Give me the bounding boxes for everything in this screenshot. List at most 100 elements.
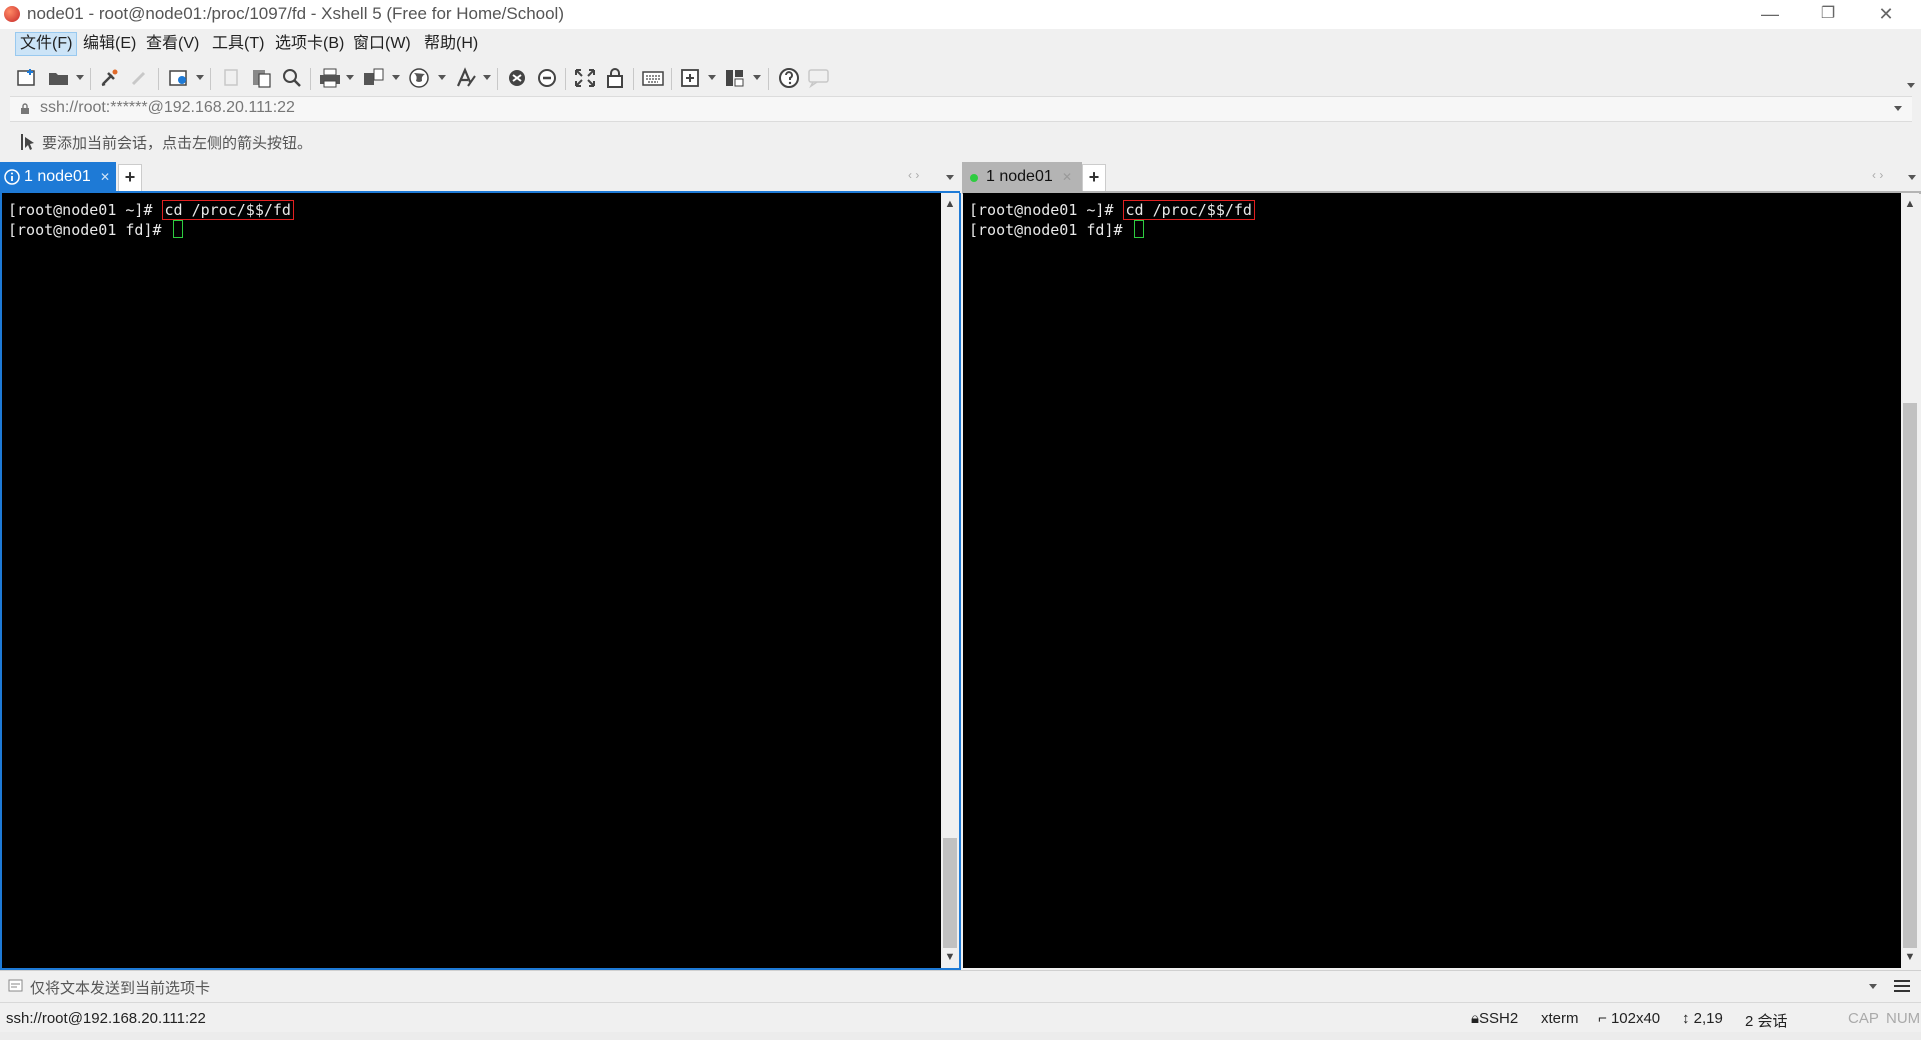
lock-icon <box>21 103 29 114</box>
print-icon[interactable] <box>318 67 342 89</box>
tab-scroll-arrows[interactable]: ‹ › <box>908 168 919 182</box>
connected-dot-icon <box>970 174 978 182</box>
open-folder-icon[interactable] <box>47 67 71 89</box>
disconnect-icon <box>131 71 146 86</box>
menu-tools[interactable]: 工具(T) <box>208 33 268 55</box>
highlighted-command: cd /proc/$$/fd <box>1122 200 1255 220</box>
new-session-icon[interactable] <box>15 67 39 89</box>
left-tab-strip: 1 node01 ✕ + ‹ › <box>0 160 960 193</box>
bottom-strip <box>0 1032 1921 1040</box>
address-bar[interactable]: ssh://root:******@192.168.20.111:22 <box>10 96 1912 122</box>
terminal-cursor <box>172 220 183 238</box>
terminal-line: [root@node01 ~]# cd /proc/$$/fd <box>8 200 294 220</box>
toolbar-separator <box>90 68 91 90</box>
globe-dropdown-caret[interactable] <box>438 75 446 80</box>
tab-close-icon[interactable]: ✕ <box>100 162 110 192</box>
scroll-down-icon[interactable]: ▼ <box>1901 948 1919 966</box>
hint-bar: 要添加当前会话，点击左侧的箭头按钮。 <box>0 124 1921 158</box>
scroll-up-icon[interactable]: ▲ <box>941 195 959 213</box>
tab-node01-left[interactable]: 1 node01 ✕ <box>0 162 116 192</box>
scroll-up-icon[interactable]: ▲ <box>1901 195 1919 213</box>
right-scrollbar[interactable]: ▲ ▼ <box>1901 193 1919 968</box>
right-terminal[interactable]: [root@node01 ~]# cd /proc/$$/fd [root@no… <box>963 193 1901 968</box>
window-title: node01 - root@node01:/proc/1097/fd - Xsh… <box>27 4 564 23</box>
lock-icon[interactable] <box>603 67 627 89</box>
terminal-cursor <box>1133 220 1144 238</box>
toolbar-separator <box>633 68 634 90</box>
transfer-icon[interactable] <box>362 67 386 89</box>
toolbar-separator <box>565 68 566 90</box>
status-protocol: 🔒︎SSH2 <box>1471 1010 1519 1027</box>
menu-edit[interactable]: 编辑(E) <box>79 33 140 55</box>
left-terminal[interactable]: [root@node01 ~]# cd /proc/$$/fd [root@no… <box>0 193 941 970</box>
open-dropdown-caret[interactable] <box>76 75 84 80</box>
restore-button[interactable]: ❐ <box>1799 0 1857 29</box>
left-scrollbar[interactable]: ▲ ▼ <box>941 193 961 970</box>
chat-icon <box>808 69 829 89</box>
toolbar-separator <box>671 68 672 90</box>
status-bar: ssh://root@192.168.20.111:22 🔒︎SSH2 xter… <box>0 1002 1921 1033</box>
tab-node01-right[interactable]: 1 node01 ✕ <box>962 162 1082 192</box>
new-tab-icon[interactable] <box>679 67 703 89</box>
menu-help[interactable]: 帮助(H) <box>420 33 482 55</box>
keyboard-icon[interactable] <box>641 67 665 89</box>
menu-window[interactable]: 窗口(W) <box>349 33 415 55</box>
properties-icon[interactable] <box>168 67 192 89</box>
font-dropdown-caret[interactable] <box>483 75 491 80</box>
terminal-line: [root@node01 ~]# cd /proc/$$/fd <box>969 200 1255 220</box>
compose-dropdown-caret[interactable] <box>1869 984 1877 989</box>
compose-bar[interactable]: 仅将文本发送到当前选项卡 <box>0 970 1921 1001</box>
menu-file[interactable]: 文件(F) <box>15 32 78 56</box>
address-dropdown-caret[interactable] <box>1894 106 1902 111</box>
scroll-down-icon[interactable]: ▼ <box>941 948 959 966</box>
minimize-button[interactable]: — <box>1741 0 1799 29</box>
globe-icon[interactable] <box>408 67 432 89</box>
connect-icon[interactable] <box>98 67 122 89</box>
toolbar-separator <box>497 68 498 90</box>
hint-text: 要添加当前会话，点击左侧的箭头按钮。 <box>42 135 313 152</box>
terminal-line: [root@node01 fd]# <box>8 220 183 239</box>
toolbar <box>0 59 1921 97</box>
properties-dropdown-caret[interactable] <box>196 75 204 80</box>
add-tab-button-left[interactable]: + <box>118 164 142 192</box>
toolbar-overflow-caret[interactable] <box>1907 83 1915 88</box>
status-cursor-pos: ↕ 2,19 <box>1682 1010 1723 1027</box>
xshell-logo-icon <box>4 6 20 22</box>
compose-icon <box>8 979 23 992</box>
toolbar-separator <box>310 68 311 90</box>
compose-menu-icon[interactable] <box>1893 979 1911 993</box>
address-input[interactable]: ssh://root:******@192.168.20.111:22 <box>40 99 295 117</box>
xmanager-icon[interactable] <box>535 67 559 89</box>
paste-icon[interactable] <box>250 67 274 89</box>
info-icon <box>4 169 20 185</box>
tab-label: 1 node01 <box>986 168 1053 185</box>
fullscreen-icon[interactable] <box>573 67 597 89</box>
status-terminal-type: xterm <box>1541 1010 1579 1027</box>
tab-list-caret[interactable] <box>1908 175 1916 180</box>
tab-list-caret[interactable] <box>946 175 954 180</box>
add-session-arrow-icon[interactable] <box>20 133 36 151</box>
compose-input[interactable]: 仅将文本发送到当前选项卡 <box>30 977 210 998</box>
xftp-icon[interactable] <box>505 67 529 89</box>
layout-icon[interactable] <box>723 67 747 89</box>
right-tab-strip: 1 node01 ✕ + ‹ › <box>962 160 1921 193</box>
add-tab-button-right[interactable]: + <box>1082 164 1106 192</box>
close-button[interactable]: ✕ <box>1857 0 1915 29</box>
print-dropdown-caret[interactable] <box>346 75 354 80</box>
find-icon[interactable] <box>280 67 304 89</box>
tab-close-icon[interactable]: ✕ <box>1062 162 1072 192</box>
font-icon[interactable] <box>455 67 479 89</box>
help-icon[interactable] <box>777 67 801 89</box>
menu-bar: 文件(F) 编辑(E) 查看(V) 工具(T) 选项卡(B) 窗口(W) 帮助(… <box>0 29 1921 59</box>
transfer-dropdown-caret[interactable] <box>392 75 400 80</box>
new-tab-dropdown-caret[interactable] <box>708 75 716 80</box>
scroll-thumb[interactable] <box>943 838 957 948</box>
menu-view[interactable]: 查看(V) <box>142 33 203 55</box>
tab-scroll-arrows[interactable]: ‹ › <box>1872 168 1883 182</box>
scroll-thumb[interactable] <box>1903 403 1917 948</box>
toolbar-separator <box>210 68 211 90</box>
layout-dropdown-caret[interactable] <box>753 75 761 80</box>
title-bar: node01 - root@node01:/proc/1097/fd - Xsh… <box>0 0 1921 29</box>
menu-tabs[interactable]: 选项卡(B) <box>271 33 348 55</box>
terminal-line: [root@node01 fd]# <box>969 220 1144 239</box>
